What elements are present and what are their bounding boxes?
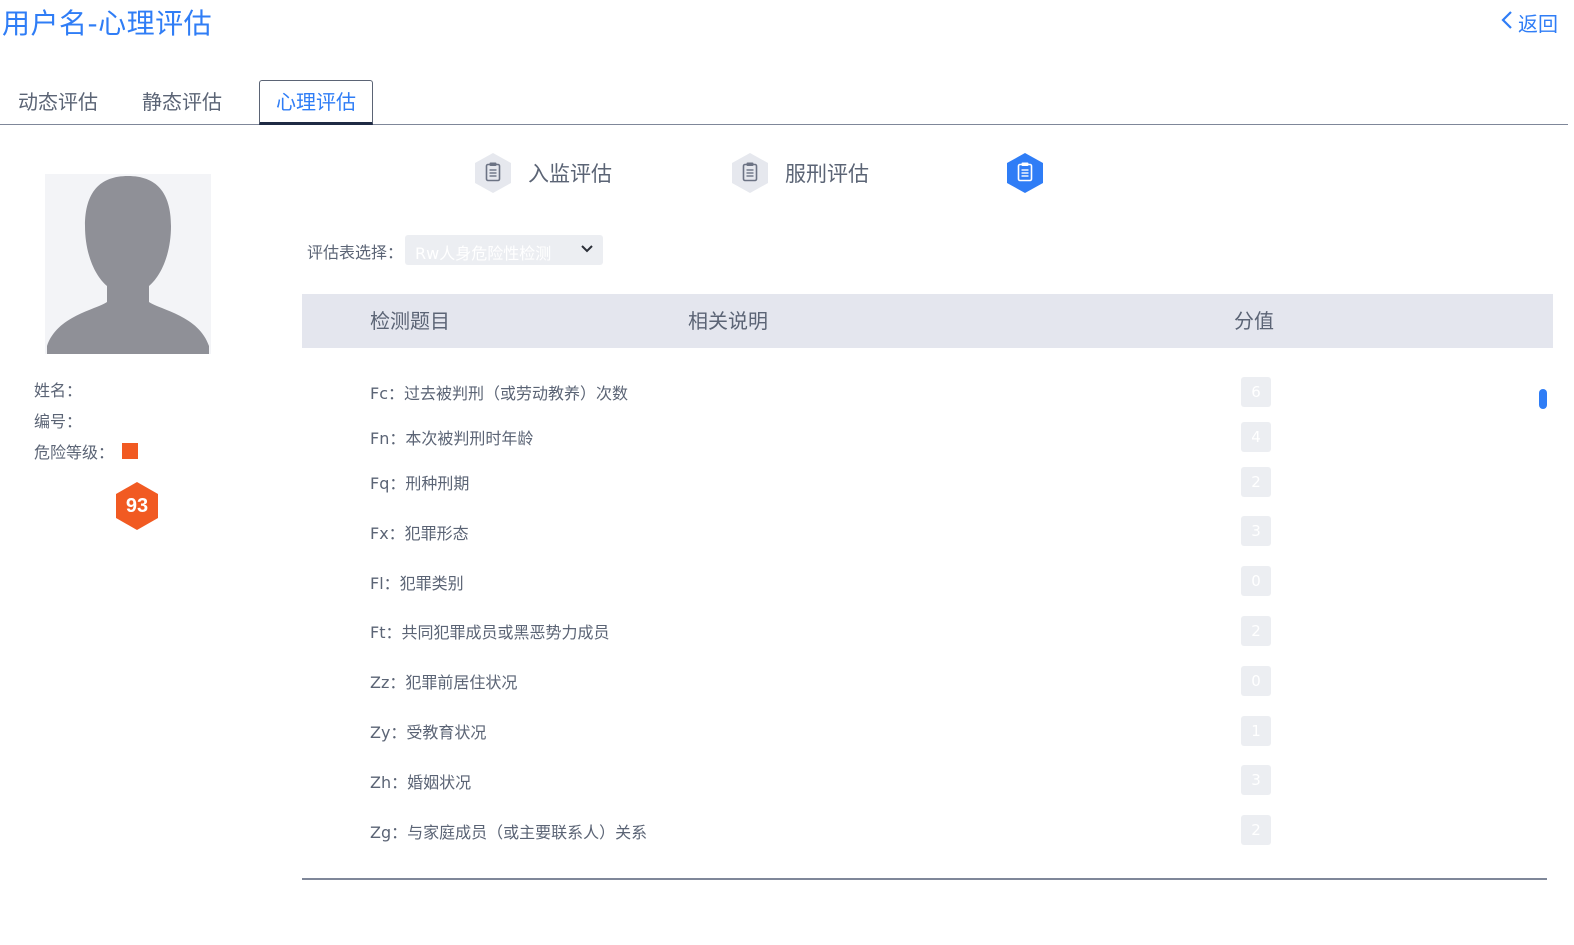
tab-static-assessment[interactable]: 静态评估 <box>142 80 222 124</box>
subtype-label: 入监评估 <box>528 162 612 186</box>
table-row-label: Fq：刑种刑期 <box>370 474 470 493</box>
clipboard-icon <box>474 152 512 194</box>
form-select[interactable]: Rw人身危险性检测 <box>405 235 603 265</box>
column-header-description: 相关说明 <box>688 309 768 333</box>
form-select-value: Rw人身危险性检测 <box>415 244 552 263</box>
clipboard-icon <box>1006 152 1044 194</box>
table-row-label: Zh：婚姻状况 <box>370 773 472 792</box>
table-row-score[interactable]: 0 <box>1241 566 1271 596</box>
subtype-intake-assessment[interactable]: 入监评估 <box>474 152 612 194</box>
table-row-label: Zy：受教育状况 <box>370 723 487 742</box>
table-row-score[interactable]: 2 <box>1241 616 1271 646</box>
tab-psych-assessment[interactable]: 心理评估 <box>259 80 373 125</box>
avatar <box>45 174 211 354</box>
scrollbar-thumb[interactable] <box>1539 389 1547 409</box>
table-row-score[interactable]: 1 <box>1241 716 1271 746</box>
column-header-item: 检测题目 <box>370 309 450 333</box>
table-row-score[interactable]: 2 <box>1241 815 1271 845</box>
table-row-label: Fc：过去被判刑（或劳动教养）次数 <box>370 384 629 403</box>
table-row-score[interactable]: 3 <box>1241 516 1271 546</box>
table-row-label: Zz：犯罪前居住状况 <box>370 673 518 692</box>
table-row-label: Zg：与家庭成员（或主要联系人）关系 <box>370 823 648 842</box>
risk-level-indicator <box>122 443 139 459</box>
column-header-score: 分值 <box>1234 309 1274 333</box>
table-header: 检测题目 相关说明 分值 <box>302 294 1553 348</box>
table-row-score[interactable]: 4 <box>1241 422 1271 452</box>
tab-bar: 动态评估 静态评估 心理评估 <box>0 80 1568 125</box>
profile-risk-level: 危险等级： <box>34 439 139 463</box>
risk-score-badge: 93 <box>115 481 159 531</box>
chevron-left-icon <box>1500 9 1514 36</box>
tab-dynamic-assessment[interactable]: 动态评估 <box>18 80 98 124</box>
table-row-label: Fx：犯罪形态 <box>370 524 469 543</box>
risk-level-label: 危险等级： <box>34 443 115 462</box>
profile-id: 编号： <box>34 412 83 431</box>
table-row-label: Fl：犯罪类别 <box>370 574 464 593</box>
chevron-down-icon <box>579 241 595 257</box>
profile-name: 姓名： <box>34 381 83 400</box>
form-select-label: 评估表选择： <box>307 243 404 262</box>
back-button[interactable]: 返回 <box>1500 8 1558 37</box>
risk-score-value: 93 <box>125 495 149 517</box>
table-row-label: Ft：共同犯罪成员或黑恶势力成员 <box>370 623 610 642</box>
table-row-score[interactable]: 0 <box>1241 666 1271 696</box>
table-row-score[interactable]: 3 <box>1241 765 1271 795</box>
back-label: 返回 <box>1518 12 1558 36</box>
table-row-label: Fn：本次被判刑时年龄 <box>370 429 534 448</box>
table-row-score[interactable]: 6 <box>1241 377 1271 407</box>
table-row-score[interactable]: 2 <box>1241 467 1271 497</box>
table-bottom-divider <box>302 878 1547 880</box>
clipboard-icon <box>731 152 769 194</box>
page-title: 用户名-心理评估 <box>2 7 213 40</box>
subtype-label: 服刑评估 <box>785 162 869 186</box>
subtype-psych-assessment[interactable] <box>1006 152 1060 194</box>
subtype-sentence-assessment[interactable]: 服刑评估 <box>731 152 869 194</box>
